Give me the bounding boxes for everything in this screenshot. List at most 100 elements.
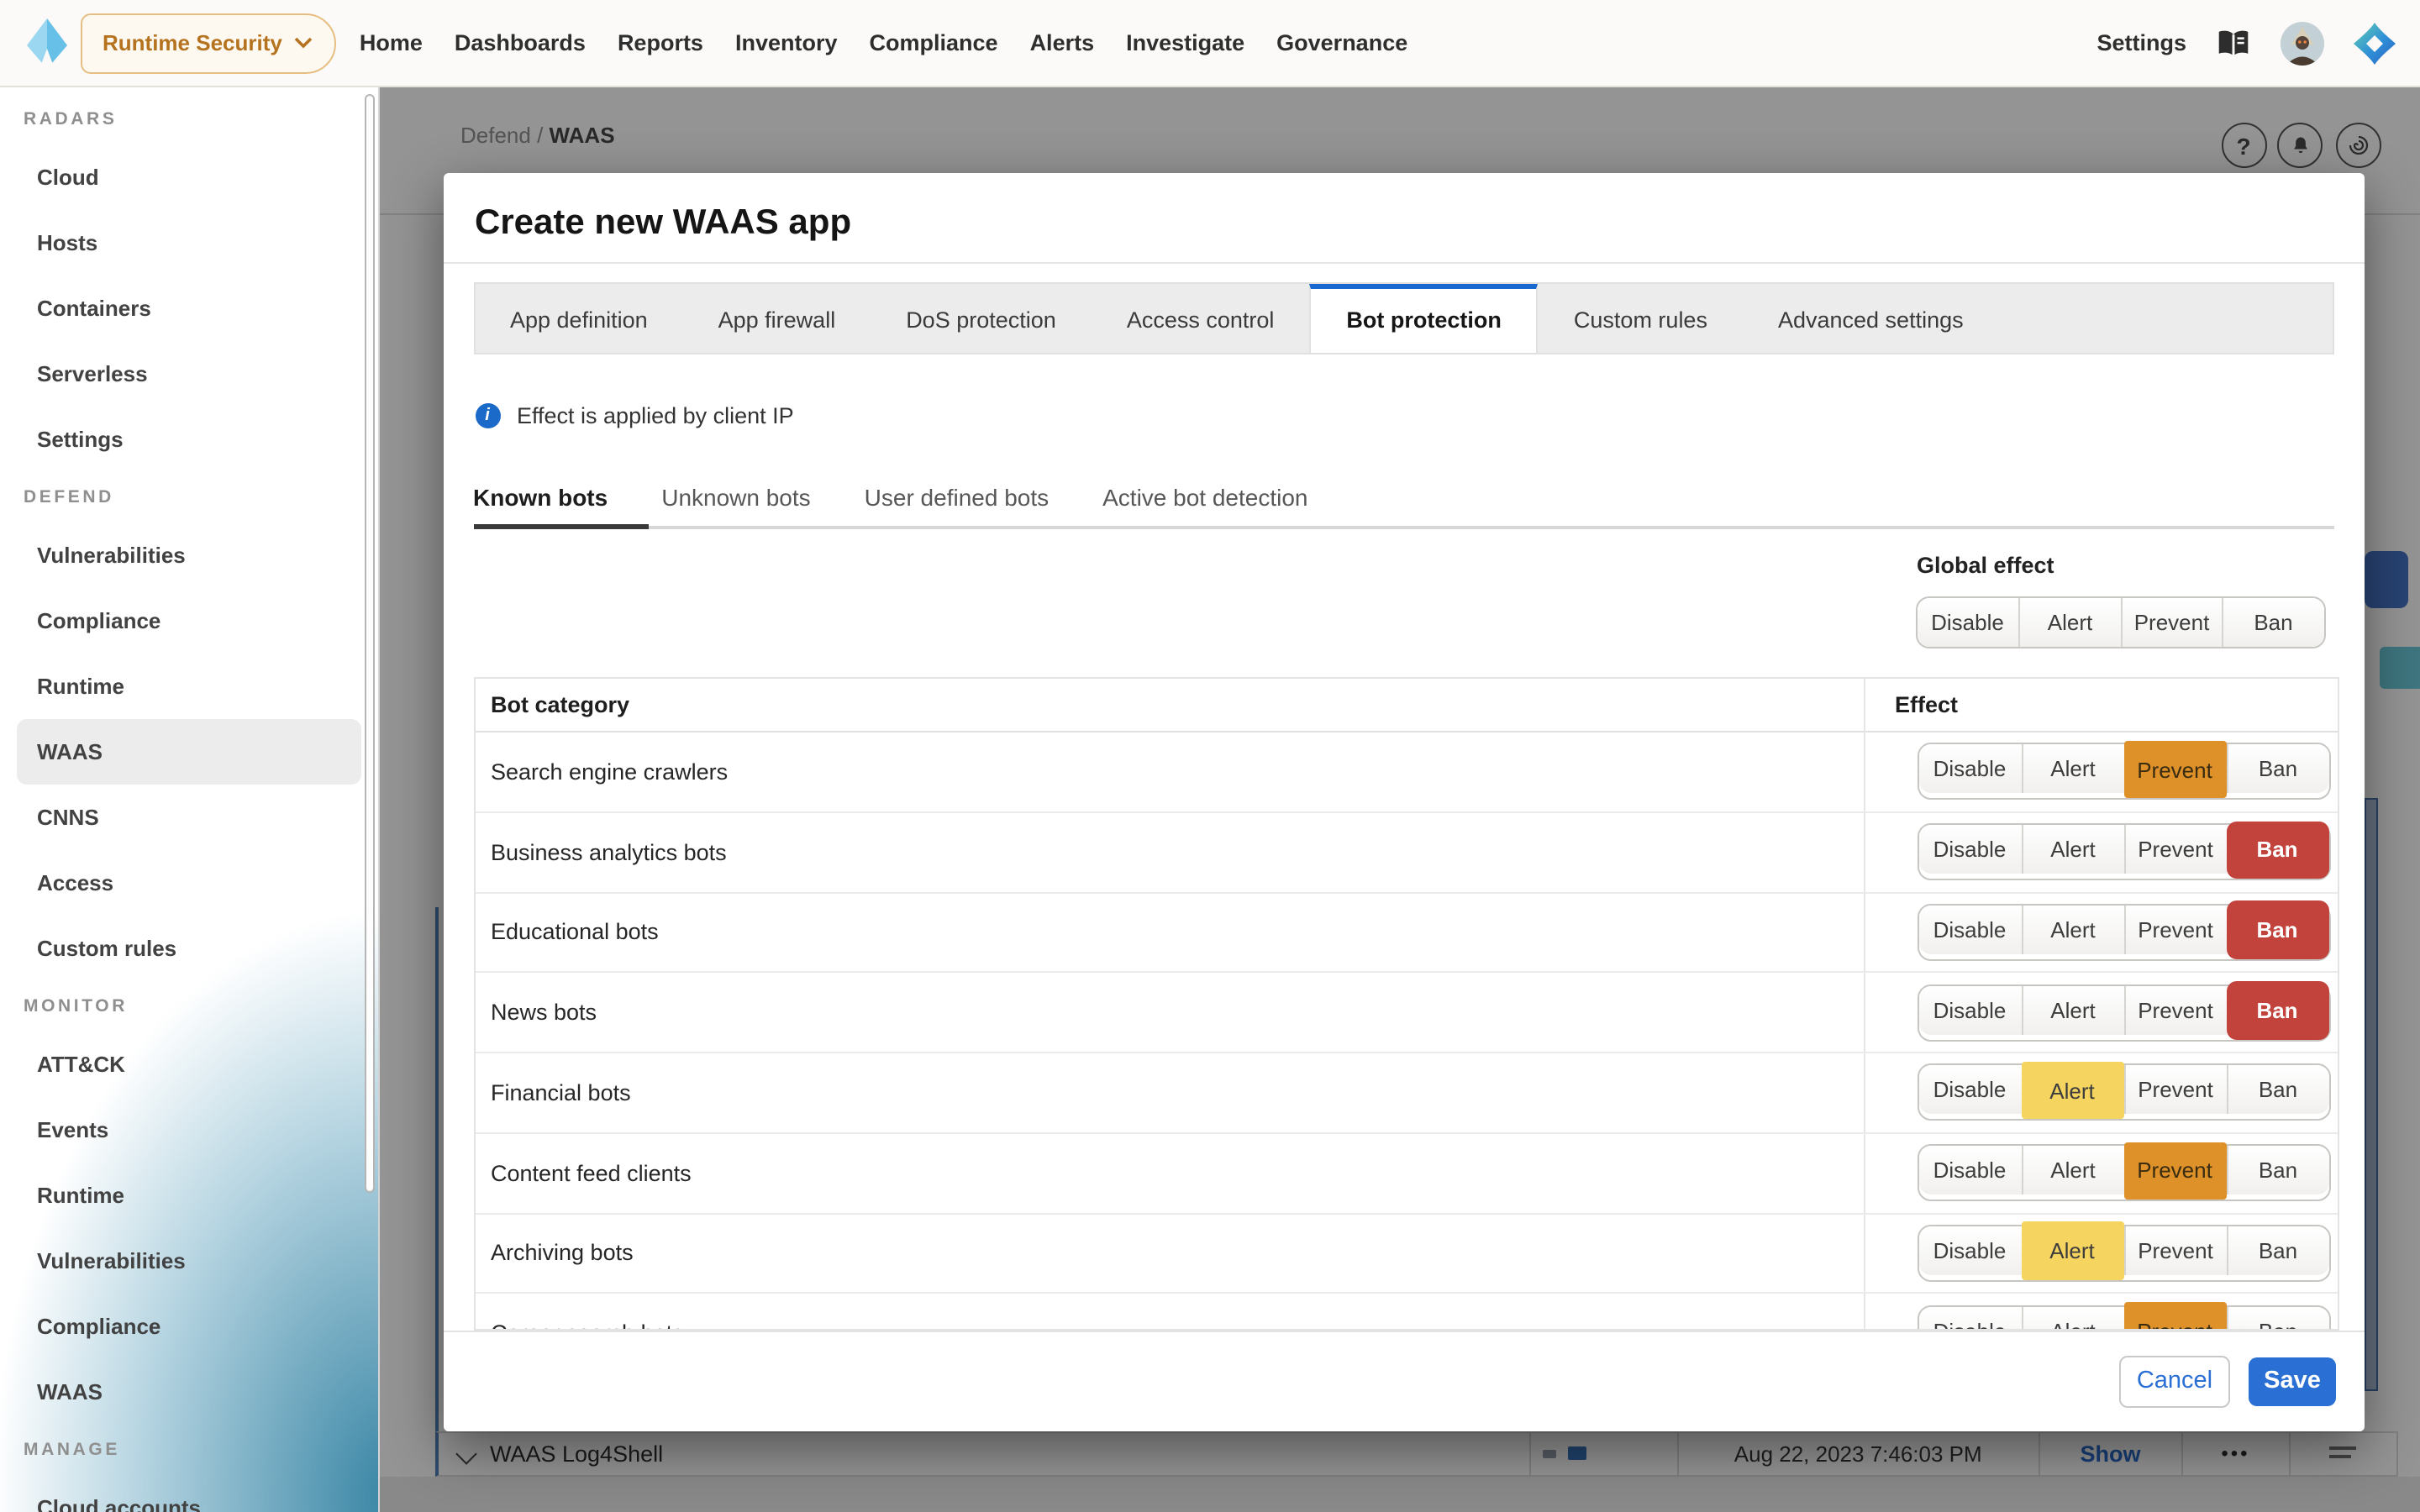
global-effect-disable-button[interactable]: Disable	[1917, 597, 2018, 646]
sidebar-section-defend: DEFEND	[0, 472, 378, 522]
effect-ban-button[interactable]: Ban	[2226, 1146, 2328, 1194]
effect-disable-button[interactable]: Disable	[1918, 1226, 2021, 1275]
nav-item-compliance[interactable]: Compliance	[870, 30, 998, 55]
effect-alert-button[interactable]: Alert	[2021, 1222, 2123, 1280]
sidebar-item-custom-rules[interactable]: Custom rules	[0, 916, 378, 981]
effect-disable-button[interactable]: Disable	[1918, 1306, 2021, 1330]
effect-ban-button[interactable]: Ban	[2226, 1306, 2328, 1330]
subtab-active-underline	[473, 524, 648, 529]
effect-alert-button[interactable]: Alert	[2021, 1306, 2123, 1330]
table-row: Educational botsDisableAlertPreventBan	[475, 893, 2337, 974]
tab-dos-protection[interactable]: DoS protection	[871, 284, 1092, 352]
effect-alert-button[interactable]: Alert	[2021, 1062, 2123, 1120]
sidebar-item-settings[interactable]: Settings	[0, 407, 378, 472]
effect-button-group: DisableAlertPreventBan	[1917, 1305, 2330, 1330]
effect-prevent-button[interactable]: Prevent	[2123, 906, 2226, 954]
sidebar-item-hosts[interactable]: Hosts	[0, 210, 378, 276]
create-waas-app-modal: Create new WAAS app App definitionApp fi…	[443, 172, 2364, 1431]
table-row: Financial botsDisableAlertPreventBan	[475, 1053, 2337, 1134]
effect-button-group: DisableAlertPreventBan	[1917, 904, 2330, 961]
sidebar-section-monitor: MONITOR	[0, 981, 378, 1032]
effect-disable-button[interactable]: Disable	[1918, 985, 2021, 1034]
subtab-active-bot-detection[interactable]: Active bot detection	[1102, 483, 1307, 510]
sidebar-item-access[interactable]: Access	[0, 850, 378, 916]
effect-disable-button[interactable]: Disable	[1918, 825, 2021, 874]
subtab-unknown-bots[interactable]: Unknown bots	[661, 483, 810, 510]
subtab-track	[473, 526, 2333, 528]
cancel-button[interactable]: Cancel	[2119, 1356, 2230, 1408]
subtab-user-defined-bots[interactable]: User defined bots	[865, 483, 1049, 510]
effect-ban-button[interactable]: Ban	[2226, 981, 2328, 1039]
nav-item-investigate[interactable]: Investigate	[1126, 30, 1244, 55]
effect-ban-button[interactable]: Ban	[2226, 1226, 2328, 1275]
effect-prevent-button[interactable]: Prevent	[2123, 985, 2226, 1034]
effect-prevent-button[interactable]: Prevent	[2123, 1302, 2226, 1330]
tab-app-firewall[interactable]: App firewall	[683, 284, 871, 352]
global-effect-alert-button[interactable]: Alert	[2018, 597, 2120, 646]
prisma-cloud-logo-icon[interactable]	[2353, 21, 2396, 65]
sidebar-item-cloud[interactable]: Cloud	[0, 144, 378, 210]
effect-prevent-button[interactable]: Prevent	[2123, 1226, 2226, 1275]
global-effect-prevent-button[interactable]: Prevent	[2120, 597, 2222, 646]
effect-disable-button[interactable]: Disable	[1918, 906, 2021, 954]
sidebar-item-runtime[interactable]: Runtime	[0, 1163, 378, 1228]
effect-alert-button[interactable]: Alert	[2021, 906, 2123, 954]
tab-app-definition[interactable]: App definition	[475, 284, 683, 352]
sidebar-item-containers[interactable]: Containers	[0, 276, 378, 341]
tab-advanced-settings[interactable]: Advanced settings	[1743, 284, 1999, 352]
sidebar-item-cloud-accounts[interactable]: Cloud accounts	[0, 1475, 378, 1512]
user-avatar[interactable]	[2281, 21, 2324, 65]
sidebar-item-cnns[interactable]: CNNS	[0, 785, 378, 850]
global-effect-ban-button[interactable]: Ban	[2222, 597, 2323, 646]
tab-access-control[interactable]: Access control	[1092, 284, 1310, 352]
effect-prevent-button[interactable]: Prevent	[2123, 825, 2226, 874]
bot-category-label: Content feed clients	[475, 1160, 692, 1185]
sidebar-item-att-ck[interactable]: ATT&CK	[0, 1032, 378, 1097]
table-row: Content feed clients DisableAlertPreventB…	[475, 1134, 2337, 1215]
effect-ban-button[interactable]: Ban	[2226, 821, 2328, 879]
effect-ban-button[interactable]: Ban	[2226, 901, 2328, 959]
nav-item-governance[interactable]: Governance	[1276, 30, 1407, 55]
effect-prevent-button[interactable]: Prevent	[2123, 1066, 2226, 1115]
sidebar-item-events[interactable]: Events	[0, 1097, 378, 1163]
bot-category-label: News bots	[475, 1000, 597, 1025]
effect-prevent-button[interactable]: Prevent	[2123, 741, 2226, 799]
effect-button-group: DisableAlertPreventBan	[1917, 1225, 2330, 1282]
sidebar-item-vulnerabilities[interactable]: Vulnerabilities	[0, 1228, 378, 1294]
sidebar-item-compliance[interactable]: Compliance	[0, 1294, 378, 1359]
nav-item-inventory[interactable]: Inventory	[735, 30, 838, 55]
bot-subtabs: Known bots Unknown bots User defined bots A…	[473, 483, 1308, 510]
effect-disable-button[interactable]: Disable	[1918, 745, 2021, 794]
sidebar-item-vulnerabilities[interactable]: Vulnerabilities	[0, 522, 378, 588]
bot-category-label: Career search bots	[475, 1320, 684, 1330]
nav-item-alerts[interactable]: Alerts	[1030, 30, 1095, 55]
effect-disable-button[interactable]: Disable	[1918, 1146, 2021, 1194]
save-button[interactable]: Save	[2249, 1357, 2336, 1406]
effect-alert-button[interactable]: Alert	[2021, 745, 2123, 794]
nav-item-reports[interactable]: Reports	[618, 30, 703, 55]
info-banner: i Effect is applied by client IP	[475, 402, 794, 428]
effect-ban-button[interactable]: Ban	[2226, 1066, 2328, 1115]
sidebar-item-compliance[interactable]: Compliance	[0, 588, 378, 654]
effect-prevent-button[interactable]: Prevent	[2123, 1142, 2226, 1200]
sidebar-scrollbar-thumb[interactable]	[365, 94, 375, 1193]
tab-custom-rules[interactable]: Custom rules	[1539, 284, 1743, 352]
docs-book-icon[interactable]	[2215, 26, 2252, 60]
subtab-known-bots[interactable]: Known bots	[473, 483, 608, 510]
nav-item-home[interactable]: Home	[360, 30, 423, 55]
effect-alert-button[interactable]: Alert	[2021, 985, 2123, 1034]
effect-alert-button[interactable]: Alert	[2021, 825, 2123, 874]
bot-category-label: Archiving bots	[475, 1241, 634, 1266]
sidebar-item-waas[interactable]: WAAS	[17, 719, 361, 785]
sidebar-item-runtime[interactable]: Runtime	[0, 654, 378, 719]
effect-disable-button[interactable]: Disable	[1918, 1066, 2021, 1115]
sidebar-item-waas[interactable]: WAAS	[0, 1359, 378, 1425]
effect-ban-button[interactable]: Ban	[2226, 745, 2328, 794]
nav-item-dashboards[interactable]: Dashboards	[455, 30, 586, 55]
tab-bot-protection[interactable]: Bot protection	[1309, 284, 1539, 352]
effect-alert-button[interactable]: Alert	[2021, 1146, 2123, 1194]
sidebar-item-serverless[interactable]: Serverless	[0, 341, 378, 407]
nav-item-settings[interactable]: Settings	[2096, 30, 2186, 55]
product-switcher[interactable]: Runtime Security	[81, 13, 336, 73]
bot-category-header: Bot category	[475, 692, 629, 717]
